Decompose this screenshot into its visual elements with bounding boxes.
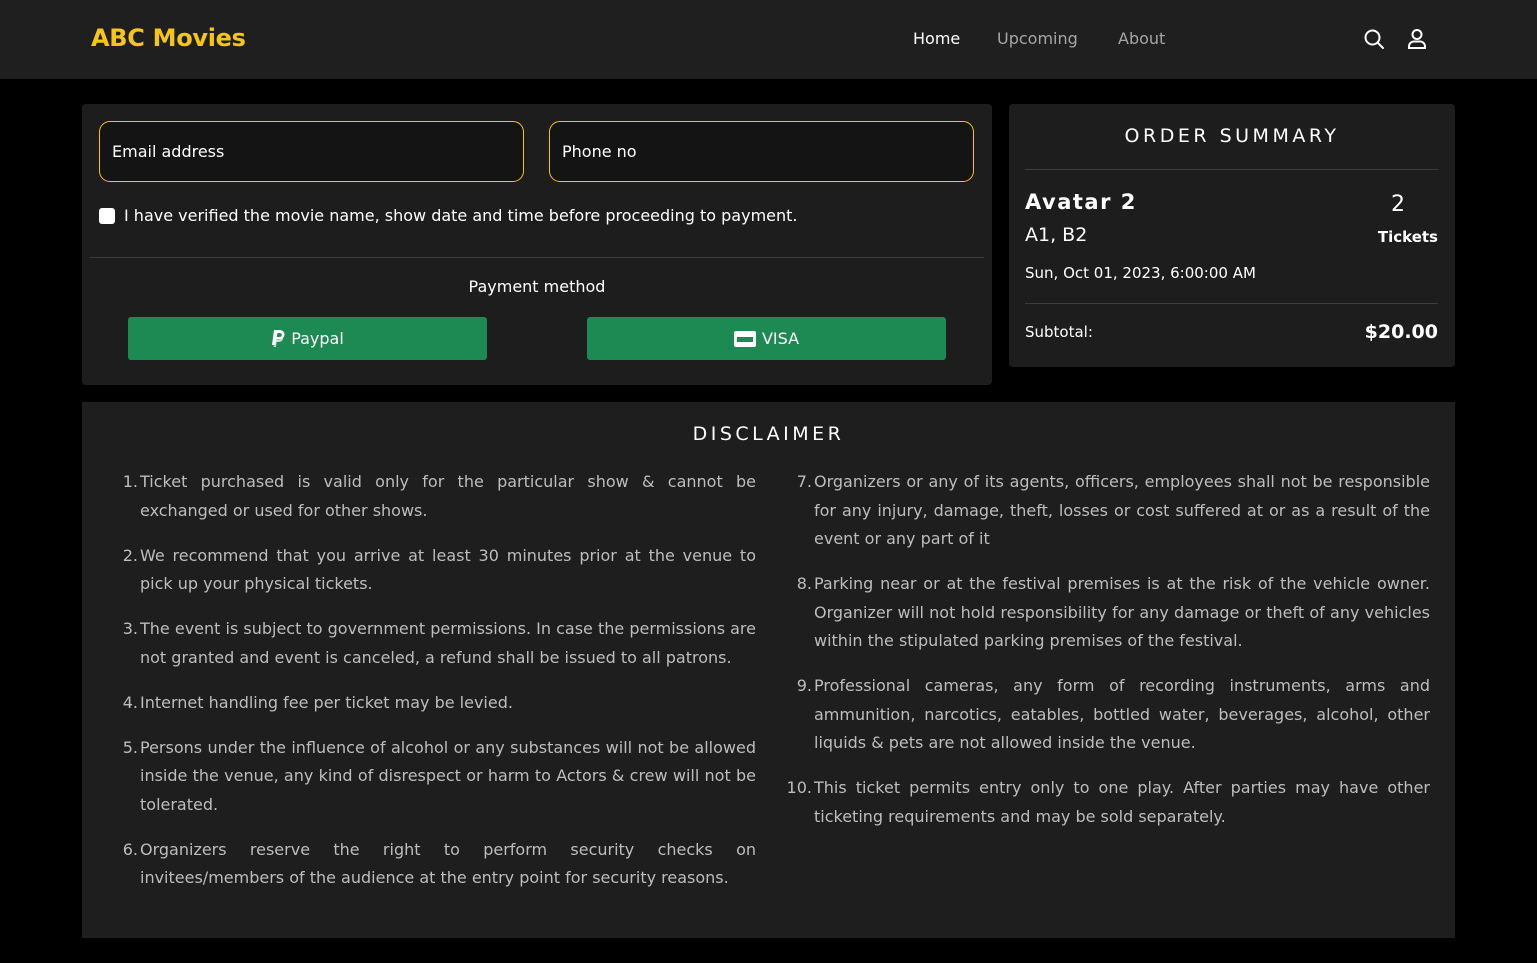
movie-name: Avatar 2 — [1025, 190, 1137, 214]
disclaimer-list-left: 1. Ticket purchased is valid only for the… — [123, 468, 756, 909]
order-summary-panel: ORDER SUMMARY Avatar 2 A1, B2 Sun, Oct 0… — [1009, 104, 1455, 367]
email-field[interactable] — [99, 121, 524, 182]
disclaimer-item: 6. Organizers reserve the right to perfor… — [123, 836, 756, 893]
disclaimer-item-text: The event is subject to government permi… — [140, 619, 756, 667]
top-navbar: ABC Movies Home Upcoming About — [0, 0, 1537, 79]
disclaimer-list-right: 7. Organizers or any of its agents, offic… — [787, 468, 1430, 848]
disclaimer-item: 8. Parking near or at the festival premis… — [797, 570, 1430, 656]
visa-button[interactable]: VISA — [587, 317, 946, 360]
disclaimer-item-text: Persons under the influence of alcohol o… — [140, 737, 756, 814]
disclaimer-item-number: 3. — [122, 619, 138, 638]
disclaimer-item-text: Organizers or any of its agents, officer… — [814, 472, 1430, 548]
subtotal-label: Subtotal: — [1025, 323, 1093, 341]
disclaimer-item-text: Parking near or at the festival premises… — [814, 574, 1430, 650]
show-time: Sun, Oct 01, 2023, 6:00:00 AM — [1025, 264, 1256, 282]
verify-checkbox-label: I have verified the movie name, show dat… — [124, 206, 798, 225]
disclaimer-item-number: 4. — [122, 692, 138, 712]
disclaimer-item-text: Professional cameras, any form of record… — [814, 676, 1430, 752]
payment-method-title: Payment method — [468, 277, 606, 296]
paypal-button[interactable]: Paypal — [128, 317, 487, 360]
disclaimer-item-text: This ticket permits entry only to one pl… — [814, 778, 1430, 826]
order-summary-divider — [1025, 169, 1438, 170]
disclaimer-item-number: 9. — [796, 676, 812, 695]
disclaimer-item: 10. This ticket permits entry only to one… — [787, 774, 1430, 831]
nav-about-link[interactable]: About — [1118, 29, 1165, 48]
user-icon[interactable] — [1405, 27, 1429, 51]
order-summary-title: ORDER SUMMARY — [1124, 125, 1340, 147]
disclaimer-item: 2. We recommend that you arrive at least … — [123, 542, 756, 599]
subtotal-value: $20.00 — [1364, 321, 1438, 343]
disclaimer-item: 3. The event is subject to government per… — [123, 615, 756, 672]
disclaimer-item-number: 2. — [122, 545, 138, 565]
disclaimer-item: 4. Internet handling fee per ticket may b… — [123, 689, 756, 718]
disclaimer-item-number: 6. — [122, 839, 138, 859]
visa-label: VISA — [761, 329, 800, 348]
disclaimer-panel: DISCLAIMER 1. Ticket purchased is valid o… — [82, 402, 1455, 938]
seat-numbers: A1, B2 — [1025, 224, 1088, 246]
disclaimer-title: DISCLAIMER — [692, 423, 845, 445]
disclaimer-item-number: 8. — [796, 574, 812, 593]
disclaimer-item-number: 7. — [796, 472, 812, 491]
subtotal-divider — [1025, 303, 1438, 304]
credit-card-icon — [733, 330, 756, 347]
ticket-count-label: Tickets — [1377, 228, 1438, 246]
disclaimer-item: 1. Ticket purchased is valid only for the… — [123, 468, 756, 525]
disclaimer-item-text: Ticket purchased is valid only for the p… — [140, 472, 756, 520]
disclaimer-item-text: Internet handling fee per ticket may be … — [140, 692, 513, 712]
search-icon[interactable] — [1362, 27, 1386, 51]
disclaimer-item-text: We recommend that you arrive at least 30… — [140, 545, 756, 594]
paypal-icon — [271, 330, 285, 347]
disclaimer-item-number: 10. — [786, 778, 812, 797]
disclaimer-item: 5. Persons under the influence of alcohol… — [123, 734, 756, 820]
disclaimer-item: 9. Professional cameras, any form of reco… — [797, 672, 1430, 758]
form-divider — [90, 257, 984, 258]
site-logo[interactable]: ABC Movies — [91, 24, 246, 52]
phone-field[interactable] — [549, 121, 974, 182]
disclaimer-item-number: 5. — [122, 737, 138, 757]
nav-home-link[interactable]: Home — [913, 29, 960, 48]
disclaimer-item: 7. Organizers or any of its agents, offic… — [797, 468, 1430, 554]
verify-checkbox[interactable] — [99, 208, 115, 224]
nav-upcoming-link[interactable]: Upcoming — [997, 29, 1078, 48]
disclaimer-item-number: 1. — [122, 472, 138, 491]
ticket-count: 2 — [1391, 192, 1405, 217]
paypal-label: Paypal — [291, 329, 344, 348]
checkout-form-panel: I have verified the movie name, show dat… — [82, 104, 992, 385]
disclaimer-item-text: Organizers reserve the right to perform … — [140, 839, 756, 888]
